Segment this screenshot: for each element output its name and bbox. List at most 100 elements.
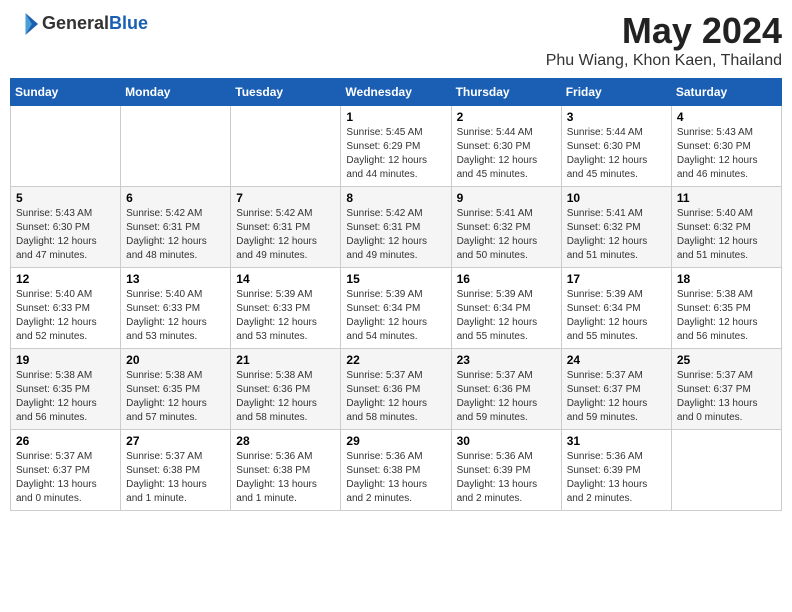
week-row-1: 1Sunrise: 5:45 AM Sunset: 6:29 PM Daylig… [11, 106, 782, 187]
day-info: Sunrise: 5:38 AM Sunset: 6:35 PM Dayligh… [677, 288, 776, 344]
day-info: Sunrise: 5:41 AM Sunset: 6:32 PM Dayligh… [457, 207, 556, 263]
calendar-cell: 31 Sunrise: 5:36 AM Sunset: 6:39 PM Dayli… [561, 430, 671, 511]
day-info: Sunrise: 5:40 AM Sunset: 6:33 PM Dayligh… [16, 288, 115, 344]
day-info: Sunrise: 5:38 AM Sunset: 6:36 PM Dayligh… [236, 369, 335, 425]
calendar-cell: 11 Sunrise: 5:40 AM Sunset: 6:32 PM Dayli… [671, 187, 781, 268]
day-number: 14 [236, 272, 335, 286]
day-number: 20 [126, 353, 225, 367]
day-info: Sunrise: 5:42 AM Sunset: 6:31 PM Dayligh… [346, 207, 445, 263]
day-number: 19 [16, 353, 115, 367]
day-info: Sunrise: 5:37 AM Sunset: 6:37 PM Dayligh… [16, 450, 115, 506]
day-info: Sunrise: 5:36 AM Sunset: 6:38 PM Dayligh… [346, 450, 445, 506]
day-number: 22 [346, 353, 445, 367]
month-year-title: May 2024 [546, 10, 782, 52]
day-number: 11 [677, 191, 776, 205]
day-info: Sunrise: 5:37 AM Sunset: 6:37 PM Dayligh… [567, 369, 666, 425]
day-number: 30 [457, 434, 556, 448]
weekday-header-friday: Friday [561, 79, 671, 106]
day-info: Sunrise: 5:36 AM Sunset: 6:38 PM Dayligh… [236, 450, 335, 506]
calendar-cell: 8 Sunrise: 5:42 AM Sunset: 6:31 PM Daylig… [341, 187, 451, 268]
day-number: 18 [677, 272, 776, 286]
day-number: 8 [346, 191, 445, 205]
day-info: Sunrise: 5:39 AM Sunset: 6:34 PM Dayligh… [567, 288, 666, 344]
day-info: Sunrise: 5:43 AM Sunset: 6:30 PM Dayligh… [677, 126, 776, 182]
week-row-4: 19 Sunrise: 5:38 AM Sunset: 6:35 PM Dayli… [11, 349, 782, 430]
day-info: Sunrise: 5:39 AM Sunset: 6:33 PM Dayligh… [236, 288, 335, 344]
day-number: 23 [457, 353, 556, 367]
calendar-cell [121, 106, 231, 187]
day-info: Sunrise: 5:37 AM Sunset: 6:37 PM Dayligh… [677, 369, 776, 425]
calendar-cell: 26Sunrise: 5:37 AM Sunset: 6:37 PM Dayli… [11, 430, 121, 511]
day-number: 13 [126, 272, 225, 286]
calendar-cell: 29 Sunrise: 5:36 AM Sunset: 6:38 PM Dayli… [341, 430, 451, 511]
day-info: Sunrise: 5:40 AM Sunset: 6:32 PM Dayligh… [677, 207, 776, 263]
day-info: Sunrise: 5:36 AM Sunset: 6:39 PM Dayligh… [457, 450, 556, 506]
day-number: 1 [346, 110, 445, 124]
day-number: 9 [457, 191, 556, 205]
day-info: Sunrise: 5:44 AM Sunset: 6:30 PM Dayligh… [457, 126, 556, 182]
day-number: 12 [16, 272, 115, 286]
day-number: 15 [346, 272, 445, 286]
calendar-cell: 16 Sunrise: 5:39 AM Sunset: 6:34 PM Dayli… [451, 268, 561, 349]
calendar-cell [11, 106, 121, 187]
weekday-header-monday: Monday [121, 79, 231, 106]
day-info: Sunrise: 5:36 AM Sunset: 6:39 PM Dayligh… [567, 450, 666, 506]
calendar-cell: 19 Sunrise: 5:38 AM Sunset: 6:35 PM Dayli… [11, 349, 121, 430]
calendar-cell: 3 Sunrise: 5:44 AM Sunset: 6:30 PM Daylig… [561, 106, 671, 187]
day-number: 17 [567, 272, 666, 286]
week-row-2: 5Sunrise: 5:43 AM Sunset: 6:30 PM Daylig… [11, 187, 782, 268]
calendar-cell: 12 Sunrise: 5:40 AM Sunset: 6:33 PM Dayli… [11, 268, 121, 349]
calendar-cell: 30 Sunrise: 5:36 AM Sunset: 6:39 PM Dayli… [451, 430, 561, 511]
logo-icon [10, 10, 38, 38]
calendar-cell: 2 Sunrise: 5:44 AM Sunset: 6:30 PM Daylig… [451, 106, 561, 187]
logo-text: General Blue [42, 14, 148, 34]
calendar-cell [671, 430, 781, 511]
week-row-3: 12 Sunrise: 5:40 AM Sunset: 6:33 PM Dayli… [11, 268, 782, 349]
calendar-cell: 10Sunrise: 5:41 AM Sunset: 6:32 PM Dayli… [561, 187, 671, 268]
calendar-cell: 13Sunrise: 5:40 AM Sunset: 6:33 PM Dayli… [121, 268, 231, 349]
day-number: 27 [126, 434, 225, 448]
calendar-table: SundayMondayTuesdayWednesdayThursdayFrid… [10, 78, 782, 511]
calendar-cell [231, 106, 341, 187]
day-info: Sunrise: 5:44 AM Sunset: 6:30 PM Dayligh… [567, 126, 666, 182]
calendar-cell: 23 Sunrise: 5:37 AM Sunset: 6:36 PM Dayli… [451, 349, 561, 430]
calendar-cell: 21 Sunrise: 5:38 AM Sunset: 6:36 PM Dayli… [231, 349, 341, 430]
calendar-cell: 28Sunrise: 5:36 AM Sunset: 6:38 PM Dayli… [231, 430, 341, 511]
week-row-5: 26Sunrise: 5:37 AM Sunset: 6:37 PM Dayli… [11, 430, 782, 511]
calendar-cell: 25Sunrise: 5:37 AM Sunset: 6:37 PM Dayli… [671, 349, 781, 430]
day-info: Sunrise: 5:39 AM Sunset: 6:34 PM Dayligh… [346, 288, 445, 344]
day-number: 24 [567, 353, 666, 367]
location-subtitle: Phu Wiang, Khon Kaen, Thailand [546, 52, 782, 70]
day-number: 4 [677, 110, 776, 124]
calendar-cell: 20Sunrise: 5:38 AM Sunset: 6:35 PM Dayli… [121, 349, 231, 430]
day-number: 16 [457, 272, 556, 286]
logo: General Blue [10, 10, 148, 38]
title-area: May 2024 Phu Wiang, Khon Kaen, Thailand [546, 10, 782, 70]
day-number: 31 [567, 434, 666, 448]
day-info: Sunrise: 5:42 AM Sunset: 6:31 PM Dayligh… [236, 207, 335, 263]
day-number: 3 [567, 110, 666, 124]
calendar-cell: 22Sunrise: 5:37 AM Sunset: 6:36 PM Dayli… [341, 349, 451, 430]
day-number: 10 [567, 191, 666, 205]
page-header: General Blue May 2024 Phu Wiang, Khon Ka… [10, 10, 782, 70]
calendar-cell: 14 Sunrise: 5:39 AM Sunset: 6:33 PM Dayli… [231, 268, 341, 349]
day-info: Sunrise: 5:37 AM Sunset: 6:36 PM Dayligh… [457, 369, 556, 425]
day-number: 21 [236, 353, 335, 367]
day-number: 2 [457, 110, 556, 124]
weekday-header-sunday: Sunday [11, 79, 121, 106]
calendar-cell: 4 Sunrise: 5:43 AM Sunset: 6:30 PM Daylig… [671, 106, 781, 187]
calendar-cell: 15 Sunrise: 5:39 AM Sunset: 6:34 PM Dayli… [341, 268, 451, 349]
day-info: Sunrise: 5:37 AM Sunset: 6:38 PM Dayligh… [126, 450, 225, 506]
weekday-header-wednesday: Wednesday [341, 79, 451, 106]
day-number: 29 [346, 434, 445, 448]
weekday-header-tuesday: Tuesday [231, 79, 341, 106]
day-info: Sunrise: 5:39 AM Sunset: 6:34 PM Dayligh… [457, 288, 556, 344]
logo-blue: Blue [109, 14, 148, 34]
day-info: Sunrise: 5:38 AM Sunset: 6:35 PM Dayligh… [16, 369, 115, 425]
calendar-cell: 6Sunrise: 5:42 AM Sunset: 6:31 PM Daylig… [121, 187, 231, 268]
logo-general: General [42, 14, 109, 34]
calendar-cell: 9 Sunrise: 5:41 AM Sunset: 6:32 PM Daylig… [451, 187, 561, 268]
weekday-header-saturday: Saturday [671, 79, 781, 106]
calendar-cell: 17 Sunrise: 5:39 AM Sunset: 6:34 PM Dayli… [561, 268, 671, 349]
day-info: Sunrise: 5:43 AM Sunset: 6:30 PM Dayligh… [16, 207, 115, 263]
